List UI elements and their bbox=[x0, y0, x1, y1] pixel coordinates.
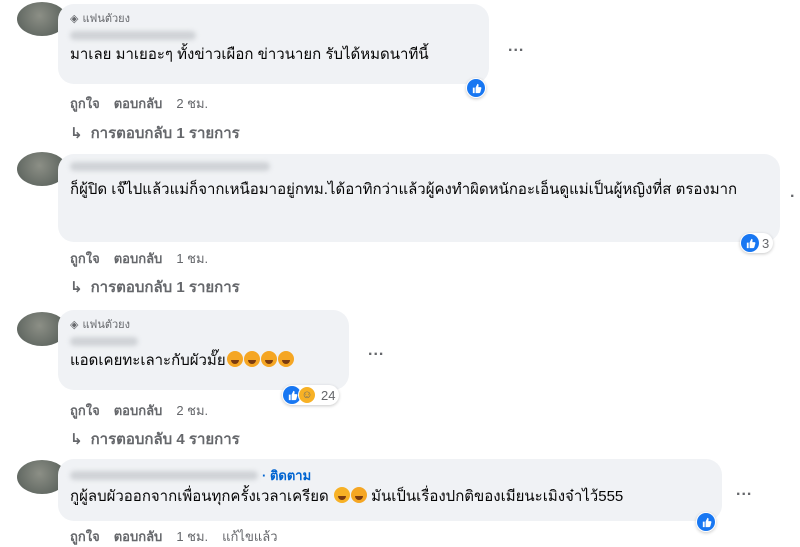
reply-arrow-icon: ↳ bbox=[70, 279, 83, 296]
reaction-count: 24 bbox=[321, 387, 336, 403]
reaction-summary[interactable]: 3 bbox=[740, 233, 774, 253]
author-name[interactable] bbox=[70, 31, 196, 40]
timestamp[interactable]: 2 ชม. bbox=[176, 400, 208, 421]
rofl-emoji-icon bbox=[226, 351, 243, 367]
reply-button[interactable]: ตอบกลับ bbox=[114, 400, 163, 421]
more-icon[interactable]: ... bbox=[508, 38, 524, 56]
edited-label[interactable]: แก้ไขแล้ว bbox=[222, 526, 277, 547]
haha-icon: ☺ bbox=[298, 386, 316, 404]
view-replies[interactable]: ↳ การตอบกลับ 1 รายการ bbox=[70, 275, 240, 299]
comment-text: กูผู้ลบผัวออกจากเพื่อนทุกครั้งเวลาเครียด… bbox=[70, 487, 624, 505]
view-replies[interactable]: ↳ การตอบกลับ 1 รายการ bbox=[70, 121, 240, 145]
reply-arrow-icon: ↳ bbox=[70, 125, 83, 142]
timestamp[interactable]: 1 ชม. bbox=[176, 248, 208, 269]
reply-button[interactable]: ตอบกลับ bbox=[114, 248, 163, 269]
fan-badge: ◈ แฟนตัวยง bbox=[70, 318, 131, 332]
reply-button[interactable]: ตอบกลับ bbox=[114, 93, 163, 114]
view-replies[interactable]: ↳ การตอบกลับ 4 รายการ bbox=[70, 427, 240, 451]
like-button[interactable]: ถูกใจ bbox=[70, 400, 100, 421]
comment-bubble: ◈ แฟนตัวยง แอดเคยทะเลาะกับผัวมั๊ย bbox=[58, 310, 349, 390]
reaction-count: 3 bbox=[762, 235, 770, 251]
like-icon bbox=[697, 513, 715, 531]
comment-bubble: ก็ผู้ปิด เจ๊ไปแล้วแม่ก็จากเหนือมาอยู่กทม… bbox=[58, 154, 780, 242]
comment-text: มาเลย มาเยอะๆ ทั้งข่าวเผือก ข่าวนายก รับ… bbox=[70, 46, 429, 63]
like-button[interactable]: ถูกใจ bbox=[70, 526, 100, 547]
comment-text: ก็ผู้ปิด เจ๊ไปแล้วแม่ก็จากเหนือมาอยู่กทม… bbox=[70, 181, 738, 198]
reply-button[interactable]: ตอบกลับ bbox=[114, 526, 163, 547]
like-icon bbox=[467, 79, 485, 97]
author-name[interactable] bbox=[70, 470, 258, 480]
comment-actions: ถูกใจ ตอบกลับ 1 ชม. bbox=[70, 248, 208, 269]
reply-arrow-icon: ↳ bbox=[70, 431, 83, 448]
author-name[interactable] bbox=[70, 162, 270, 171]
like-icon bbox=[741, 234, 759, 252]
more-icon[interactable]: ... bbox=[736, 482, 752, 500]
comment-actions: ถูกใจ ตอบกลับ 2 ชม. bbox=[70, 93, 208, 114]
laughing-emoji-icon bbox=[333, 487, 350, 503]
reaction-summary[interactable] bbox=[696, 512, 716, 532]
comment-actions: ถูกใจ ตอบกลับ 1 ชม. แก้ไขแล้ว bbox=[70, 526, 278, 547]
more-icon[interactable]: · bbox=[790, 188, 796, 206]
rofl-emoji-icon bbox=[350, 487, 367, 503]
reaction-summary[interactable]: ☺ 24 bbox=[282, 385, 340, 405]
diamond-icon: ◈ bbox=[70, 12, 79, 25]
comment-bubble: ◈ แฟนตัวยง มาเลย มาเยอะๆ ทั้งข่าวเผือก ข่… bbox=[58, 4, 489, 84]
comment-bubble: · ติดตาม กูผู้ลบผัวออกจากเพื่อนทุกครั้งเ… bbox=[58, 459, 722, 521]
like-button[interactable]: ถูกใจ bbox=[70, 248, 100, 269]
like-button[interactable]: ถูกใจ bbox=[70, 93, 100, 114]
timestamp[interactable]: 1 ชม. bbox=[176, 526, 208, 547]
comment-text: แอดเคยทะเลาะกับผัวมั๊ย bbox=[70, 350, 337, 372]
fan-badge: ◈ แฟนตัวยง bbox=[70, 12, 131, 26]
author-row: · ติดตาม bbox=[70, 466, 710, 484]
reaction-summary[interactable] bbox=[466, 78, 486, 98]
rofl-emoji-icon bbox=[243, 351, 260, 367]
rofl-emoji-icon bbox=[260, 351, 277, 367]
rofl-emoji-icon bbox=[277, 351, 294, 367]
author-name[interactable] bbox=[70, 337, 138, 346]
more-icon[interactable]: ... bbox=[368, 342, 384, 360]
comment-actions: ถูกใจ ตอบกลับ 2 ชม. bbox=[70, 400, 208, 421]
timestamp[interactable]: 2 ชม. bbox=[176, 93, 208, 114]
follow-button[interactable]: · ติดตาม bbox=[262, 465, 311, 486]
diamond-icon: ◈ bbox=[70, 318, 79, 331]
